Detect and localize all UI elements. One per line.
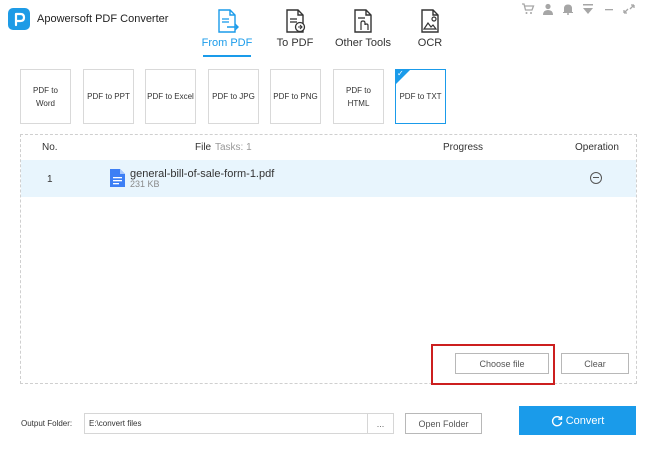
mode-label: PDF to HTML	[346, 85, 371, 108]
mode-label: PDF to PNG	[273, 92, 318, 101]
tab-label: To PDF	[276, 37, 314, 49]
mode-label: PDF to JPG	[212, 92, 255, 101]
refresh-icon	[551, 415, 563, 427]
active-tab-indicator	[203, 55, 251, 57]
mode-label: PDF to Excel	[147, 92, 194, 101]
menu-icon[interactable]	[581, 3, 595, 15]
mode-pdf-to-ppt[interactable]: PDF to PPT	[83, 69, 134, 124]
mode-label: PDF to PPT	[87, 92, 130, 101]
clear-button[interactable]: Clear	[561, 353, 629, 374]
tab-label: OCR	[417, 37, 443, 49]
tab-label: Other Tools	[334, 37, 392, 49]
convert-label: Convert	[565, 414, 605, 427]
mode-pdf-to-jpg[interactable]: PDF to JPG	[208, 69, 259, 124]
column-header-no: No.	[42, 142, 58, 153]
mode-pdf-to-excel[interactable]: PDF to Excel	[145, 69, 196, 124]
checkmark-icon: ✓	[397, 69, 404, 78]
mode-pdf-to-word[interactable]: PDF to Word	[20, 69, 71, 124]
document-icon	[109, 168, 126, 188]
restore-icon[interactable]	[622, 3, 636, 15]
browse-button[interactable]: ...	[368, 413, 394, 434]
notification-icon[interactable]	[561, 3, 575, 15]
mode-label: PDF to Word	[33, 85, 58, 108]
pdf-export-icon	[214, 8, 240, 34]
tab-from-pdf[interactable]: From PDF	[197, 0, 257, 59]
row-number: 1	[47, 174, 53, 185]
mode-label: PDF to TXT	[399, 92, 442, 101]
user-icon[interactable]	[541, 3, 555, 15]
task-count: Tasks: 1	[215, 142, 252, 153]
tab-label: From PDF	[201, 37, 253, 49]
cart-icon[interactable]	[521, 3, 535, 15]
mode-pdf-to-txt[interactable]: ✓ PDF to TXT	[395, 69, 446, 124]
app-header: Apowersoft PDF Converter From PDF To PDF…	[0, 0, 659, 59]
file-size: 231 KB	[130, 179, 160, 189]
ocr-icon	[417, 8, 443, 34]
column-header-progress: Progress	[443, 142, 484, 153]
minimize-icon[interactable]	[602, 3, 616, 15]
mode-pdf-to-png[interactable]: PDF to PNG	[270, 69, 321, 124]
choose-file-button[interactable]: Choose file	[455, 353, 549, 374]
mode-pdf-to-html[interactable]: PDF to HTML	[333, 69, 384, 124]
app-logo-icon	[8, 8, 30, 30]
tab-other-tools[interactable]: Other Tools	[332, 0, 394, 59]
open-folder-button[interactable]: Open Folder	[405, 413, 482, 434]
column-header-file: File	[195, 142, 212, 153]
output-folder-input[interactable]	[84, 413, 368, 434]
convert-button[interactable]: Convert	[519, 406, 636, 435]
app-title: Apowersoft PDF Converter	[37, 13, 169, 25]
output-folder-label: Output Folder:	[21, 419, 73, 428]
tab-to-pdf[interactable]: To PDF	[269, 0, 321, 59]
tools-icon	[350, 8, 376, 34]
tab-ocr[interactable]: OCR	[408, 0, 452, 59]
column-header-operation: Operation	[575, 142, 619, 153]
remove-file-icon[interactable]	[590, 172, 602, 184]
pdf-import-icon	[282, 8, 308, 34]
